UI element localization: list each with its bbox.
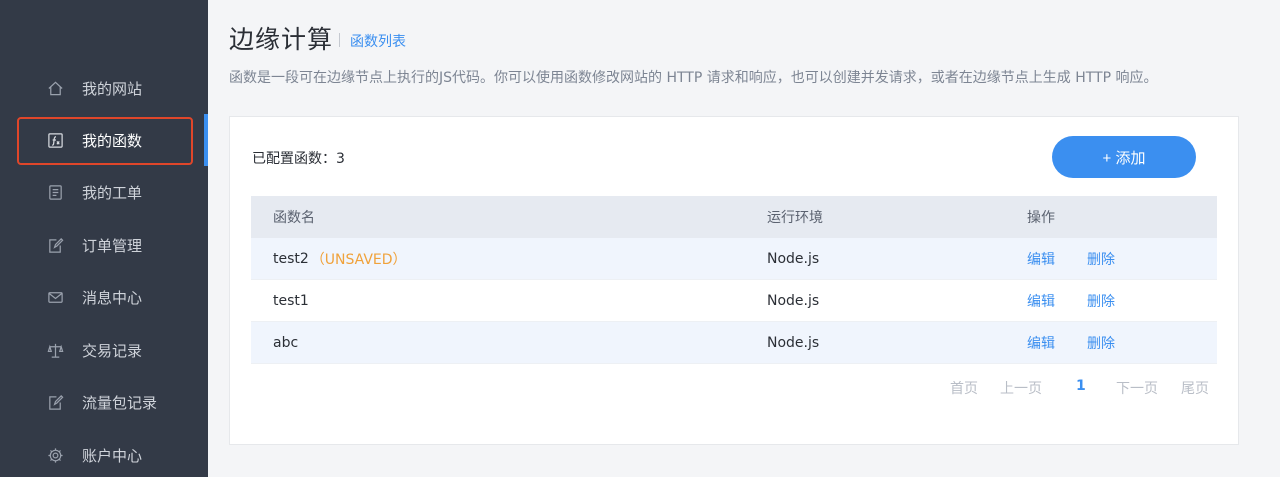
table-row: abc Node.js 编辑 删除 bbox=[251, 322, 1217, 364]
title-divider bbox=[339, 33, 340, 47]
page-description: 函数是一段可在边缘节点上执行的JS代码。你可以使用函数修改网站的 HTTP 请求… bbox=[229, 70, 1158, 86]
edit-link[interactable]: 编辑 bbox=[1027, 333, 1055, 353]
edit-link[interactable]: 编辑 bbox=[1027, 291, 1055, 311]
sidebar-item-my-tickets[interactable]: 我的工单 bbox=[0, 166, 208, 218]
function-count-label: 已配置函数：3 bbox=[252, 151, 345, 167]
runtime-cell: Node.js bbox=[767, 335, 820, 351]
table-header: 函数名 运行环境 操作 bbox=[251, 196, 1217, 238]
add-function-button[interactable]: + 添加 bbox=[1052, 136, 1196, 178]
sidebar-item-label: 我的函数 bbox=[82, 131, 143, 150]
sidebar-item-label: 订单管理 bbox=[82, 236, 143, 255]
edit-link[interactable]: 编辑 bbox=[1027, 249, 1055, 269]
pagination-next[interactable]: 下一页 bbox=[1116, 378, 1158, 398]
order-edit-icon bbox=[46, 236, 64, 254]
sidebar-item-transactions[interactable]: 交易记录 bbox=[0, 324, 208, 376]
ticket-icon bbox=[46, 183, 64, 201]
runtime-cell: Node.js bbox=[767, 293, 820, 309]
sidebar-item-label: 我的网站 bbox=[82, 79, 143, 98]
column-header-name: 函数名 bbox=[273, 210, 315, 226]
page-subtitle: 函数列表 bbox=[350, 34, 406, 50]
functions-table: 函数名 运行环境 操作 test2 （UNSAVED） Node.js 编辑 删除… bbox=[251, 196, 1217, 364]
runtime-cell: Node.js bbox=[767, 251, 820, 267]
unsaved-status: （UNSAVED） bbox=[310, 252, 407, 268]
package-edit-icon bbox=[46, 393, 64, 411]
sidebar-item-account-center[interactable]: 账户中心 bbox=[0, 429, 208, 477]
sidebar-item-traffic-packages[interactable]: 流量包记录 bbox=[0, 376, 208, 428]
gear-icon bbox=[46, 446, 64, 464]
column-header-runtime: 运行环境 bbox=[767, 210, 823, 226]
sidebar-item-label: 消息中心 bbox=[82, 288, 143, 307]
home-icon bbox=[46, 79, 64, 97]
sidebar-item-my-functions[interactable]: 我的函数 bbox=[0, 114, 208, 166]
pagination-first[interactable]: 首页 bbox=[950, 378, 978, 398]
column-header-actions: 操作 bbox=[1027, 210, 1055, 226]
actions-cell: 编辑 删除 bbox=[1027, 322, 1115, 364]
delete-link[interactable]: 删除 bbox=[1087, 333, 1115, 353]
sidebar-item-label: 流量包记录 bbox=[82, 393, 158, 412]
mail-icon bbox=[46, 288, 64, 306]
sidebar-item-message-center[interactable]: 消息中心 bbox=[0, 271, 208, 323]
sidebar-item-label: 账户中心 bbox=[82, 446, 143, 465]
function-name: test2 bbox=[273, 251, 309, 267]
sidebar: 我的网站 我的函数 我的工单 订单管理 消息中心 交易记录 流量包记录 账户中心 bbox=[0, 0, 208, 477]
function-name-cell: test1 bbox=[273, 280, 309, 322]
sidebar-item-my-websites[interactable]: 我的网站 bbox=[0, 62, 208, 114]
pagination-current-page[interactable]: 1 bbox=[1076, 378, 1086, 394]
delete-link[interactable]: 删除 bbox=[1087, 249, 1115, 269]
pagination-prev[interactable]: 上一页 bbox=[1000, 378, 1042, 398]
function-name: abc bbox=[273, 335, 299, 351]
function-icon bbox=[46, 131, 64, 149]
function-name-cell: test2 （UNSAVED） bbox=[273, 238, 407, 280]
actions-cell: 编辑 删除 bbox=[1027, 280, 1115, 322]
sidebar-item-label: 我的工单 bbox=[82, 183, 143, 202]
table-row: test1 Node.js 编辑 删除 bbox=[251, 280, 1217, 322]
table-row: test2 （UNSAVED） Node.js 编辑 删除 bbox=[251, 238, 1217, 280]
page-title: 边缘计算 bbox=[229, 25, 334, 54]
function-name: test1 bbox=[273, 293, 309, 309]
delete-link[interactable]: 删除 bbox=[1087, 291, 1115, 311]
pagination-last[interactable]: 尾页 bbox=[1181, 378, 1209, 398]
sidebar-item-order-management[interactable]: 订单管理 bbox=[0, 219, 208, 271]
actions-cell: 编辑 删除 bbox=[1027, 238, 1115, 280]
sidebar-item-label: 交易记录 bbox=[82, 341, 143, 360]
function-name-cell: abc bbox=[273, 322, 298, 364]
scale-icon bbox=[46, 341, 64, 359]
